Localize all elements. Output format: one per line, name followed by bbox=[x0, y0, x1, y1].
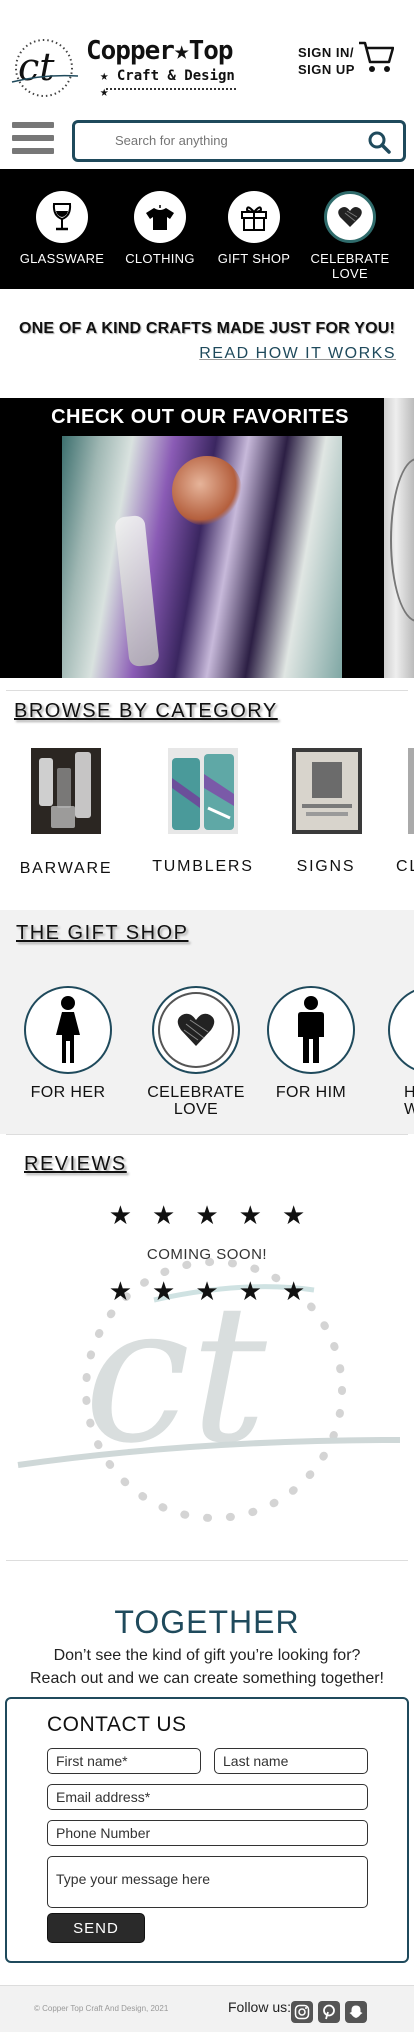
cart-icon[interactable] bbox=[358, 40, 394, 74]
nav-item-glassware[interactable]: GLASSWARE bbox=[12, 191, 112, 266]
gift-item-label: CELEBRATE LOVE bbox=[147, 1084, 245, 1118]
shirt-icon bbox=[134, 191, 186, 243]
first-name-field[interactable]: First name* bbox=[47, 1748, 201, 1774]
reviews-coming-soon: COMING SOON! bbox=[146, 1246, 268, 1263]
category-label-tumblers[interactable]: TUMBLERS bbox=[148, 858, 258, 876]
tagline: ONE OF A KIND CRAFTS MADE JUST FOR YOU! bbox=[18, 320, 396, 337]
together-title: TOGETHER bbox=[114, 1604, 300, 1640]
tumblers-thumbnail[interactable] bbox=[168, 748, 238, 834]
site-footer: © Copper Top Craft And Design, 2021 Foll… bbox=[0, 1985, 414, 2032]
logo-subtitle: ★ Craft & Design ★ bbox=[100, 68, 235, 100]
category-label-barware[interactable]: BARWARE bbox=[11, 860, 121, 878]
man-icon bbox=[267, 986, 355, 1074]
site-header: ct Copper★Top ★ Craft & Design ★ SIGN IN… bbox=[0, 0, 414, 162]
woman-icon bbox=[24, 986, 112, 1074]
gift-shop-section: THE GIFT SHOP FOR HER CELEBRATE LOVE FOR… bbox=[0, 910, 414, 1134]
logo-monogram: ct bbox=[11, 39, 79, 97]
gift-item-for-him[interactable]: FOR HIM bbox=[246, 986, 376, 1101]
nav-item-label: CLOTHING bbox=[125, 251, 195, 266]
gift-shop-title: THE GIFT SHOP bbox=[16, 922, 189, 944]
category-nav: GLASSWARE CLOTHING GIFT SHOP CELEBRATE L… bbox=[0, 169, 414, 289]
sign-in-link[interactable]: SIGN IN/ SIGN UP bbox=[298, 44, 355, 78]
logo-name: Copper★Top bbox=[86, 36, 234, 66]
gift-item-celebrate-love[interactable]: CELEBRATE LOVE bbox=[131, 986, 261, 1118]
divider bbox=[6, 1134, 408, 1135]
category-label-signs[interactable]: SIGNS bbox=[271, 858, 381, 876]
sign-up-label: SIGN UP bbox=[298, 62, 355, 77]
search-icon[interactable] bbox=[367, 130, 391, 154]
search-input[interactable] bbox=[115, 133, 335, 148]
message-field[interactable]: Type your message here bbox=[47, 1856, 368, 1908]
rating-stars-top: ★★★★★ bbox=[108, 1200, 326, 1230]
email-field[interactable]: Email address* bbox=[47, 1784, 368, 1810]
heart-icon bbox=[152, 986, 240, 1074]
hamburger-menu-icon[interactable] bbox=[12, 122, 54, 156]
nav-item-label: CELEBRATE LOVE bbox=[310, 251, 390, 281]
instagram-icon[interactable] bbox=[291, 2001, 313, 2023]
pinterest-icon[interactable] bbox=[318, 2001, 340, 2023]
together-line-2: Reach out and we can create something to… bbox=[30, 1670, 384, 1687]
site-logo[interactable]: ct Copper★Top ★ Craft & Design ★ bbox=[10, 36, 250, 104]
nav-item-gift-shop[interactable]: GIFT SHOP bbox=[204, 191, 304, 266]
together-subtitle: Don’t see the kind of gift you’re lookin… bbox=[0, 1644, 414, 1690]
phone-field[interactable]: Phone Number bbox=[47, 1820, 368, 1846]
browse-title: BROWSE BY CATEGORY bbox=[14, 700, 278, 722]
favorite-product-image[interactable] bbox=[62, 436, 342, 678]
copyright-text: © Copper Top Craft And Design, 2021 bbox=[34, 2004, 169, 2013]
read-how-it-works-link[interactable]: READ HOW IT WORKS bbox=[199, 345, 396, 363]
rating-stars-bottom: ★★★★★ bbox=[108, 1276, 326, 1306]
nav-item-label: GLASSWARE bbox=[19, 251, 105, 266]
divider bbox=[6, 690, 408, 691]
snapchat-icon[interactable] bbox=[345, 2001, 367, 2023]
contact-form: CONTACT US First name* Last name Email a… bbox=[5, 1697, 409, 1963]
search-bar bbox=[72, 120, 406, 162]
favorites-carousel[interactable]: CHECK OUT OUR FAVORITES bbox=[0, 398, 414, 678]
heart-icon bbox=[324, 191, 376, 243]
contact-title: CONTACT US bbox=[47, 1713, 187, 1736]
nav-item-celebrate-love[interactable]: CELEBRATE LOVE bbox=[300, 191, 400, 281]
last-name-field[interactable]: Last name bbox=[214, 1748, 368, 1774]
together-line-1: Don’t see the kind of gift you’re lookin… bbox=[53, 1647, 361, 1664]
gift-item-label: H WA bbox=[404, 1084, 414, 1118]
favorites-title: CHECK OUT OUR FAVORITES bbox=[51, 406, 349, 428]
barware-thumbnail[interactable] bbox=[31, 748, 101, 834]
signs-thumbnail[interactable] bbox=[292, 748, 362, 834]
gift-item-label: FOR HIM bbox=[275, 1084, 347, 1101]
gift-icon bbox=[228, 191, 280, 243]
divider bbox=[6, 1560, 408, 1561]
next-category-thumbnail[interactable] bbox=[408, 748, 414, 834]
svg-text:ct: ct bbox=[18, 45, 55, 89]
house-icon bbox=[388, 986, 414, 1074]
wine-glass-icon bbox=[36, 191, 88, 243]
follow-us-label: Follow us: bbox=[228, 1999, 292, 2015]
next-slide-preview[interactable] bbox=[384, 398, 414, 678]
category-label-cl[interactable]: CL bbox=[396, 858, 414, 876]
gift-item-for-her[interactable]: FOR HER bbox=[3, 986, 133, 1101]
nav-item-label: GIFT SHOP bbox=[217, 251, 291, 266]
nav-item-clothing[interactable]: CLOTHING bbox=[110, 191, 210, 266]
logo-divider bbox=[106, 88, 236, 90]
send-button[interactable]: SEND bbox=[47, 1913, 145, 1943]
reviews-title: REVIEWS bbox=[24, 1153, 127, 1175]
sign-in-label: SIGN IN/ bbox=[298, 45, 355, 60]
gift-item-label: FOR HER bbox=[30, 1084, 106, 1101]
gift-item-partial[interactable]: H WA bbox=[366, 986, 414, 1118]
